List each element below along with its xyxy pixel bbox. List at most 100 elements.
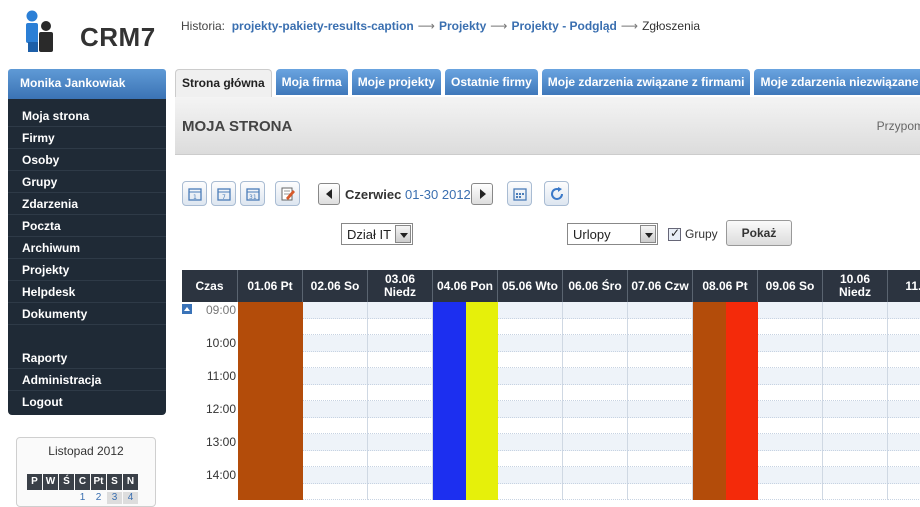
calendar-slot[interactable]: [368, 302, 433, 319]
tab-strona-glowna[interactable]: Strona główna: [175, 69, 272, 97]
calendar-slot[interactable]: [758, 467, 823, 484]
calendar-slot[interactable]: [628, 417, 693, 434]
day-column-header[interactable]: 04.06 Pon: [433, 270, 498, 302]
sidebar-item-moja-strona[interactable]: Moja strona: [8, 105, 166, 127]
sidebar-item-grupy[interactable]: Grupy: [8, 171, 166, 193]
calendar-slot[interactable]: [888, 434, 920, 451]
calendar-slot[interactable]: [563, 318, 628, 335]
day-column-header[interactable]: 08.06 Pt: [693, 270, 758, 302]
type-select[interactable]: Urlopy: [567, 223, 658, 245]
day-column-header[interactable]: 05.06 Wto: [498, 270, 563, 302]
refresh-icon[interactable]: [544, 181, 569, 206]
mini-calendar-date[interactable]: 4: [123, 492, 138, 504]
logo[interactable]: CRM7: [22, 8, 155, 56]
calendar-slot[interactable]: [628, 434, 693, 451]
calendar-slot[interactable]: [368, 335, 433, 352]
calendar-slot[interactable]: [368, 318, 433, 335]
calendar-slot[interactable]: [628, 368, 693, 385]
calendar-slot[interactable]: [628, 384, 693, 401]
sidebar-item-projekty[interactable]: Projekty: [8, 259, 166, 281]
calendar-slot[interactable]: [563, 450, 628, 467]
calendar-slot[interactable]: [628, 318, 693, 335]
day-column-header[interactable]: 01.06 Pt: [238, 270, 303, 302]
calendar-slot[interactable]: [823, 335, 888, 352]
department-select[interactable]: Dział IT: [341, 223, 413, 245]
grupy-checkbox[interactable]: [668, 226, 681, 241]
calendar-slot[interactable]: [303, 467, 368, 484]
calendar-slot[interactable]: [368, 467, 433, 484]
reminders-link[interactable]: Przypom: [877, 119, 920, 133]
calendar-slot[interactable]: [823, 318, 888, 335]
calendar-slot[interactable]: [563, 368, 628, 385]
sidebar-item-zdarzenia[interactable]: Zdarzenia: [8, 193, 166, 215]
edit-note-icon[interactable]: [275, 181, 300, 206]
day-column-header[interactable]: 07.06 Czw: [628, 270, 693, 302]
sidebar-item-firmy[interactable]: Firmy: [8, 127, 166, 149]
calendar-slot[interactable]: [303, 417, 368, 434]
calendar-slot[interactable]: [498, 483, 563, 500]
calendar-event[interactable]: [693, 302, 726, 500]
calendar-slot[interactable]: [368, 401, 433, 418]
calendar-slot[interactable]: [823, 302, 888, 319]
calendar-slot[interactable]: [628, 302, 693, 319]
calendar-month-icon[interactable]: 31: [240, 181, 265, 206]
calendar-slot[interactable]: [303, 318, 368, 335]
calendar-slot[interactable]: [758, 483, 823, 500]
calendar-slot[interactable]: [628, 335, 693, 352]
calendar-slot[interactable]: [888, 384, 920, 401]
calendar-slot[interactable]: [823, 368, 888, 385]
calendar-icon[interactable]: [507, 181, 532, 206]
calendar-slot[interactable]: [758, 368, 823, 385]
calendar-slot[interactable]: [498, 450, 563, 467]
calendar-slot[interactable]: [628, 483, 693, 500]
prev-button[interactable]: [318, 183, 340, 205]
calendar-slot[interactable]: [498, 434, 563, 451]
calendar-slot[interactable]: [498, 351, 563, 368]
calendar-slot[interactable]: [368, 351, 433, 368]
day-column-header[interactable]: 09.06 So: [758, 270, 823, 302]
sidebar-item-raporty[interactable]: Raporty: [8, 347, 166, 369]
tab-zdarzenia-niezwiazane[interactable]: Moje zdarzenia niezwiązane: [754, 69, 920, 95]
calendar-slot[interactable]: [888, 483, 920, 500]
calendar-event[interactable]: [238, 302, 303, 500]
calendar-slot[interactable]: [498, 417, 563, 434]
calendar-slot[interactable]: [563, 384, 628, 401]
sidebar-item-administracja[interactable]: Administracja: [8, 369, 166, 391]
calendar-slot[interactable]: [758, 384, 823, 401]
calendar-slot[interactable]: [368, 434, 433, 451]
tab-zdarzenia-firmy[interactable]: Moje zdarzenia związane z firmami: [541, 69, 751, 95]
calendar-slot[interactable]: [498, 368, 563, 385]
mini-calendar-date[interactable]: [43, 492, 58, 504]
calendar-slot[interactable]: [368, 384, 433, 401]
tab-moja-firma[interactable]: Moja firma: [275, 69, 348, 95]
calendar-slot[interactable]: [888, 351, 920, 368]
calendar-slot[interactable]: [823, 467, 888, 484]
mini-calendar-date[interactable]: 1: [75, 492, 90, 504]
calendar-slot[interactable]: [368, 417, 433, 434]
calendar-slot[interactable]: [888, 318, 920, 335]
calendar-slot[interactable]: [758, 318, 823, 335]
calendar-slot[interactable]: [303, 384, 368, 401]
calendar-slot[interactable]: [303, 401, 368, 418]
calendar-slot[interactable]: [758, 351, 823, 368]
calendar-slot[interactable]: [563, 417, 628, 434]
calendar-slot[interactable]: [888, 450, 920, 467]
calendar-slot[interactable]: [758, 450, 823, 467]
calendar-slot[interactable]: [628, 450, 693, 467]
calendar-slot[interactable]: [758, 434, 823, 451]
mini-calendar-title[interactable]: Listopad 2012: [17, 444, 155, 458]
calendar-slot[interactable]: [823, 351, 888, 368]
day-column-header[interactable]: 03.06 Niedz: [368, 270, 433, 302]
sidebar-item-osoby[interactable]: Osoby: [8, 149, 166, 171]
calendar-slot[interactable]: [563, 401, 628, 418]
next-button[interactable]: [471, 183, 493, 205]
calendar-slot[interactable]: [628, 351, 693, 368]
calendar-slot[interactable]: [758, 335, 823, 352]
calendar-slot[interactable]: [888, 401, 920, 418]
calendar-slot[interactable]: [563, 483, 628, 500]
calendar-slot[interactable]: [368, 483, 433, 500]
calendar-slot[interactable]: [303, 483, 368, 500]
mini-calendar-date[interactable]: 2: [91, 492, 106, 504]
mini-calendar-date[interactable]: 3: [107, 492, 122, 504]
calendar-slot[interactable]: [368, 368, 433, 385]
